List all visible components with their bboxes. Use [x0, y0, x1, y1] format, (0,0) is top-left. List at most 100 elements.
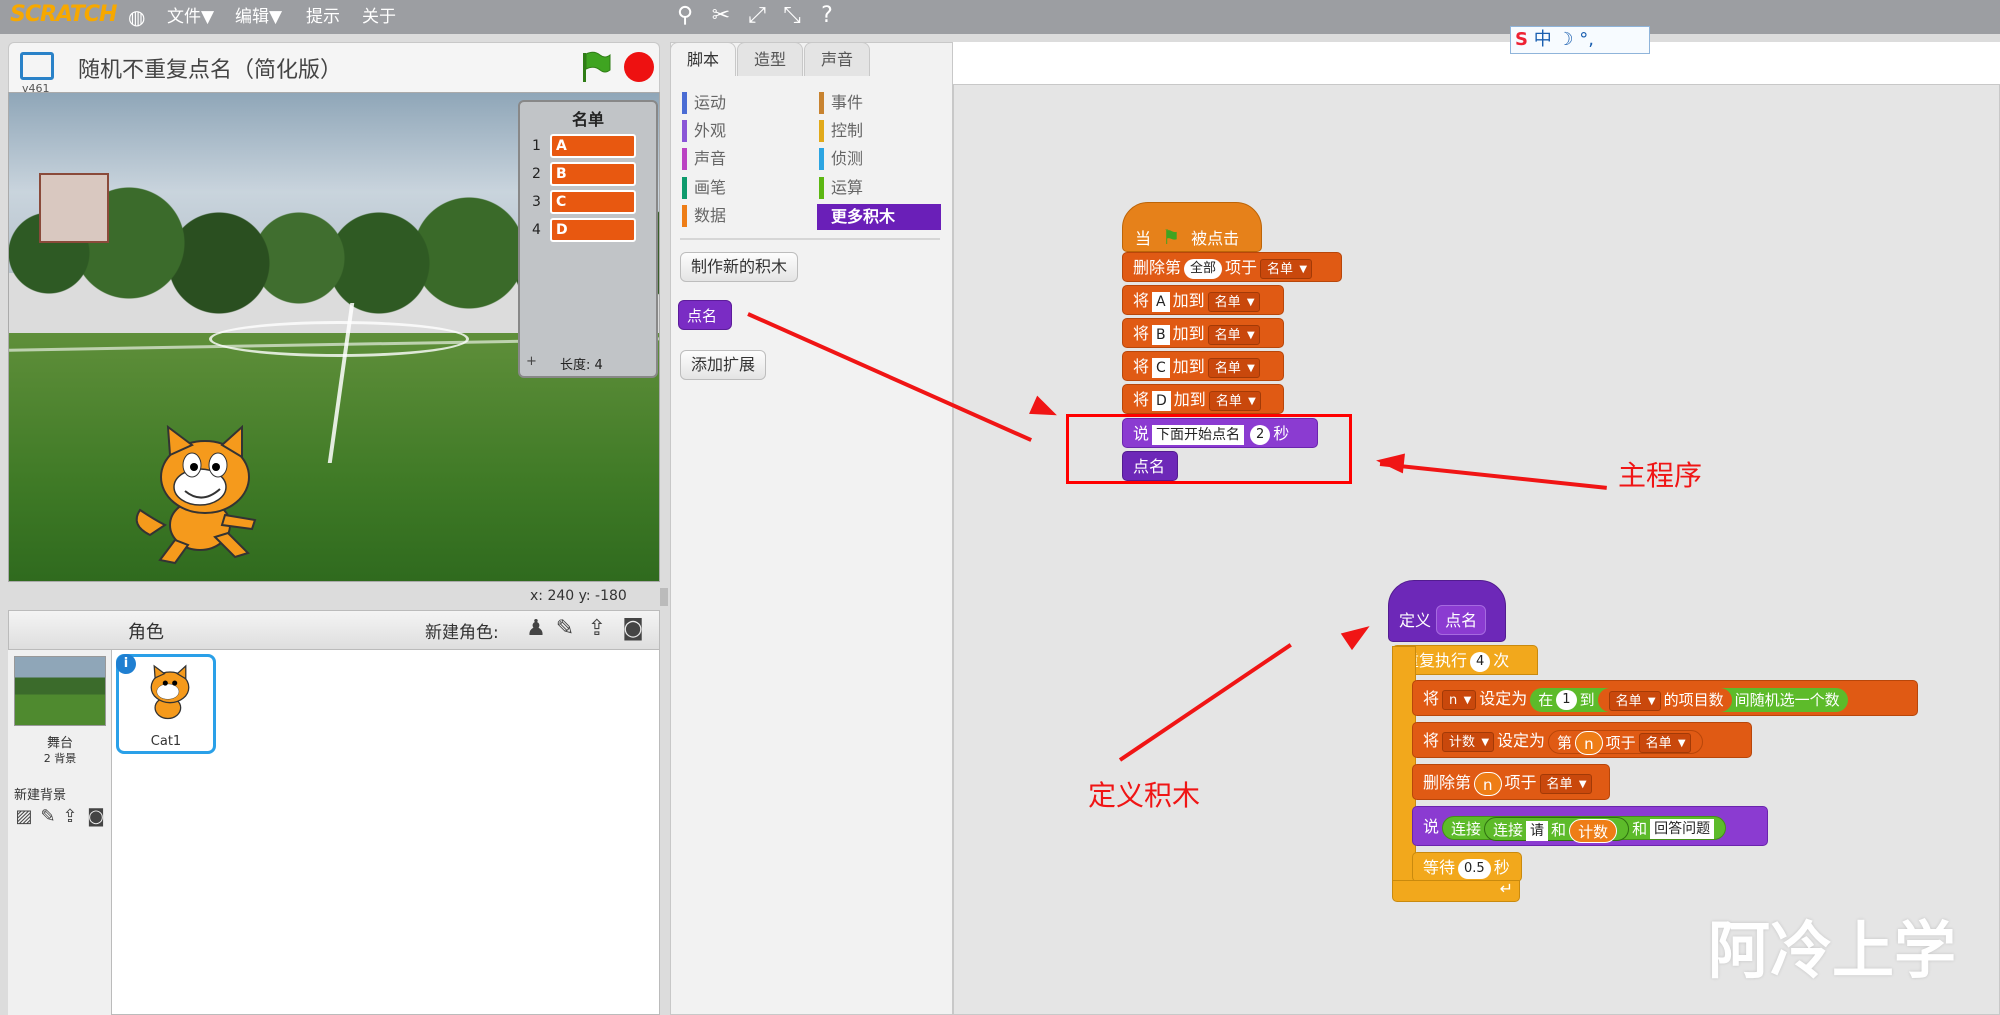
category-data[interactable]: 数据	[680, 204, 800, 228]
tab-costumes[interactable]: 造型	[737, 42, 803, 76]
stage-thumbnail[interactable]	[14, 656, 106, 726]
stop-icon[interactable]	[624, 52, 654, 82]
list-index: 3	[532, 194, 541, 210]
tab-sounds[interactable]: 声音	[804, 42, 870, 76]
block-text: 次	[1493, 651, 1510, 670]
globe-icon[interactable]: ◍	[128, 5, 145, 29]
say-block[interactable]: 说连接 连接请和计数和回答问题	[1412, 806, 1768, 846]
list-dropdown[interactable]: 名单	[1539, 773, 1592, 795]
list-dropdown[interactable]: 名单	[1638, 733, 1691, 754]
category-looks[interactable]: 外观	[680, 119, 800, 143]
list-item[interactable]: D	[550, 218, 636, 242]
delete-index-dropdown[interactable]: 全部	[1184, 258, 1223, 279]
set-var-block[interactable]: 将计数设定为第n项于名单	[1412, 722, 1752, 758]
variable-n-reporter[interactable]: n	[1575, 731, 1603, 755]
paint-backdrop-icon[interactable]: ✎	[36, 806, 60, 828]
list-length-reporter[interactable]: 名单的项目数	[1597, 688, 1732, 712]
add-to-list-block[interactable]: 将 D 加到 名单	[1122, 384, 1284, 414]
join-reporter-inner[interactable]: 连接请和计数	[1484, 817, 1630, 843]
value-input[interactable]: D	[1152, 390, 1171, 411]
list-item[interactable]: C	[550, 190, 636, 214]
scratch-logo[interactable]: SCRATCH	[10, 2, 117, 30]
duplicate-icon[interactable]: ⚲	[672, 3, 698, 29]
add-to-list-block[interactable]: 将 C 加到 名单	[1122, 351, 1284, 381]
sprites-label: 角色	[128, 622, 164, 643]
category-control[interactable]: 控制	[817, 119, 937, 143]
menu-tips[interactable]: 提示	[306, 5, 340, 29]
block-text: 和	[1632, 819, 1648, 838]
green-flag-icon[interactable]	[578, 50, 612, 84]
custom-block-dianming[interactable]: 点名	[678, 300, 732, 330]
sprite-library-icon[interactable]: ♟	[522, 616, 550, 644]
list-index: 4	[532, 222, 541, 238]
new-backdrop-label: 新建背景	[14, 788, 67, 803]
help-icon[interactable]: ?	[814, 3, 840, 29]
variable-dropdown[interactable]: 计数	[1442, 731, 1495, 753]
repeat-count-input[interactable]: 4	[1470, 651, 1491, 672]
stage-resize-handle[interactable]	[660, 588, 668, 606]
value-input[interactable]: C	[1152, 357, 1170, 378]
tab-scripts[interactable]: 脚本	[670, 42, 736, 76]
shrink-icon[interactable]: ⤡	[779, 3, 805, 29]
ime-toolbar[interactable]: S 中 ☽ °,	[1510, 26, 1650, 54]
upload-backdrop-icon[interactable]: ⇪	[58, 806, 82, 828]
paint-icon[interactable]: ✎	[551, 616, 579, 644]
value-input[interactable]: B	[1152, 324, 1170, 345]
block-text: 加到	[1173, 390, 1206, 409]
list-dropdown[interactable]: 名单	[1207, 357, 1260, 379]
when-flag-clicked-block[interactable]: 当 ⚑ 被点击	[1122, 202, 1262, 252]
list-dropdown[interactable]: 名单	[1207, 324, 1260, 346]
delete-item-block[interactable]: 删除第 全部 项于 名单	[1122, 252, 1342, 282]
category-operators[interactable]: 运算	[817, 176, 937, 200]
fullscreen-icon[interactable]	[20, 52, 54, 80]
join-reporter[interactable]: 连接 连接请和计数和回答问题	[1442, 815, 1727, 843]
grow-icon[interactable]: ⤢	[744, 3, 770, 29]
list-monitor[interactable]: 名单 1 A 2 B 3 C 4 D + 长度: 4	[518, 100, 658, 378]
category-motion[interactable]: 运动	[680, 91, 800, 115]
variable-count-reporter[interactable]: 计数	[1569, 818, 1618, 843]
project-title[interactable]: 随机不重复点名（简化版）	[78, 52, 342, 84]
backdrop-library-icon[interactable]: ▨	[12, 806, 36, 828]
camera-backdrop-icon[interactable]: ◙	[84, 806, 108, 828]
random-from-input[interactable]: 1	[1556, 690, 1577, 710]
variable-n-reporter[interactable]: n	[1474, 771, 1502, 796]
list-dropdown[interactable]: 名单	[1208, 390, 1261, 412]
list-item[interactable]: B	[550, 162, 636, 186]
add-extension-button[interactable]: 添加扩展	[680, 350, 767, 380]
block-text: 项于	[1225, 258, 1258, 277]
list-dropdown[interactable]: 名单	[1207, 291, 1260, 313]
menu-file[interactable]: 文件▼	[167, 5, 214, 29]
menu-edit[interactable]: 编辑▼	[235, 5, 282, 29]
value-input[interactable]: A	[1152, 291, 1170, 312]
delete-item-block[interactable]: 删除第 n 项于 名单	[1412, 764, 1610, 800]
delete-icon[interactable]: ✂	[708, 3, 734, 29]
wait-secs-input[interactable]: 0.5	[1458, 858, 1491, 879]
list-dropdown[interactable]: 名单	[1260, 258, 1313, 280]
list-item[interactable]: A	[550, 134, 636, 158]
item-of-list-reporter[interactable]: 第 n 项于 名单	[1548, 729, 1703, 755]
answer-reporter[interactable]: 回答问题	[1650, 819, 1715, 839]
variable-dropdown[interactable]: n	[1442, 689, 1477, 711]
upload-icon[interactable]: ⇪	[583, 616, 611, 644]
set-var-block[interactable]: 将n设定为在1到名单的项目数间随机选一个数	[1412, 680, 1918, 716]
text-input[interactable]: 请	[1526, 820, 1549, 841]
make-block-button[interactable]: 制作新的积木	[680, 252, 799, 282]
cat-sprite[interactable]	[130, 425, 280, 565]
category-events[interactable]: 事件	[817, 91, 937, 115]
list-index: 2	[532, 166, 541, 182]
add-to-list-block[interactable]: 将 A 加到 名单	[1122, 285, 1284, 315]
category-pen[interactable]: 画笔	[680, 176, 800, 200]
category-sound[interactable]: 声音	[680, 147, 800, 171]
info-icon[interactable]: i	[116, 654, 136, 674]
pick-random-reporter[interactable]: 在1到名单的项目数间随机选一个数	[1530, 687, 1848, 712]
category-sensing[interactable]: 侦测	[817, 147, 937, 171]
define-block[interactable]: 定义 点名	[1388, 580, 1506, 642]
add-to-list-block[interactable]: 将 B 加到 名单	[1122, 318, 1284, 348]
list-add-button[interactable]: +	[526, 354, 537, 369]
menu-about[interactable]: 关于	[362, 5, 396, 29]
category-more-blocks[interactable]: 更多积木	[817, 204, 941, 230]
camera-icon[interactable]: ◙	[619, 616, 647, 644]
list-dropdown[interactable]: 名单	[1608, 690, 1661, 712]
wait-block[interactable]: 等待 0.5 秒	[1412, 852, 1522, 882]
define-prototype[interactable]: 点名	[1436, 605, 1487, 635]
